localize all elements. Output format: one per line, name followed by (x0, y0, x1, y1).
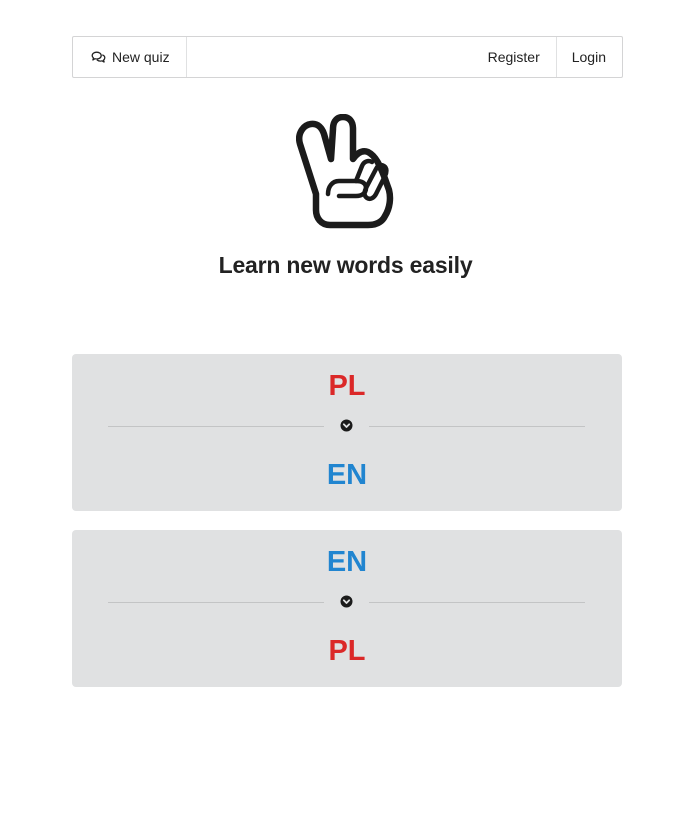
register-label: Register (487, 49, 540, 65)
chevron-down-circle-icon (340, 595, 353, 608)
target-language: PL (328, 635, 366, 667)
quiz-direction-card-pl-en[interactable]: PL EN (72, 354, 622, 511)
menu-spacer (187, 37, 472, 77)
divider (108, 602, 324, 603)
quiz-direction-card-en-pl[interactable]: EN PL (72, 530, 622, 687)
divider (108, 426, 324, 427)
source-language: PL (328, 370, 366, 402)
login-link[interactable]: Login (557, 37, 622, 77)
source-language: EN (326, 546, 368, 578)
top-menu: New quiz Register Login (72, 36, 623, 78)
register-link[interactable]: Register (472, 37, 557, 77)
chat-icon (91, 51, 106, 63)
divider (369, 426, 585, 427)
new-quiz-label: New quiz (112, 49, 170, 65)
tagline: Learn new words easily (218, 252, 473, 278)
target-language: EN (326, 459, 368, 491)
peace-hand-icon (296, 113, 396, 230)
chevron-down-circle-icon (340, 419, 353, 432)
divider (369, 602, 585, 603)
login-label: Login (571, 49, 606, 65)
new-quiz-button[interactable]: New quiz (73, 37, 187, 77)
